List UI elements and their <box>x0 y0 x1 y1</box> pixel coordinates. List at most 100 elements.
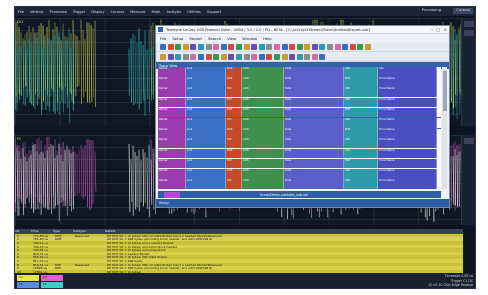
packet-row[interactable]: Packet Link SOP Addr Data EOP Time Stamp <box>158 128 441 138</box>
toolbar-tool-icon[interactable] <box>365 43 372 50</box>
toolbar-tool-icon[interactable] <box>273 43 280 50</box>
menu-view[interactable]: View <box>227 36 236 41</box>
packet-row[interactable]: Packet Link SOP Addr Data CRC Idle <box>158 67 441 77</box>
toolbar-tool-icon[interactable] <box>304 53 311 60</box>
toolbar-tool-icon[interactable] <box>281 43 288 50</box>
toolbar-tool-icon[interactable] <box>235 43 242 50</box>
toolbar-tool-icon[interactable] <box>342 43 349 50</box>
zoom-button[interactable] <box>464 21 474 27</box>
channel-descriptor-f2[interactable]: F2 <box>41 282 63 288</box>
toolbar-tool-icon[interactable] <box>243 43 250 50</box>
packet-row[interactable]: Packet Link SOP Addr Data CRC Time Stamp <box>158 148 441 159</box>
column-header[interactable]: Type <box>53 229 73 233</box>
channel-descriptor-f1[interactable]: F1 <box>17 282 39 288</box>
toolbar-tool-icon[interactable] <box>357 43 364 50</box>
play-icon[interactable] <box>164 191 180 198</box>
toolbar-tool-icon[interactable] <box>251 53 258 60</box>
scope-menu-file[interactable]: File <box>18 10 24 14</box>
toolbar-tool-icon[interactable] <box>175 43 182 50</box>
scope-menu-math[interactable]: Math <box>151 10 160 14</box>
window-title-bar[interactable]: Teledyne LeCroy USB Protocol Suite - USB… <box>156 26 449 34</box>
toolbar-tool-icon[interactable] <box>160 53 166 60</box>
toolbar-tool-icon[interactable] <box>190 53 197 60</box>
toolbar-tool-icon[interactable] <box>289 53 296 60</box>
menu-setup[interactable]: Setup <box>172 36 183 41</box>
protocol-suite-window[interactable]: Teledyne LeCroy USB Protocol Suite - USB… <box>155 25 450 208</box>
scale-button[interactable] <box>464 30 474 36</box>
toolbar-tool-icon[interactable] <box>258 43 265 50</box>
packet-row[interactable]: Packet Link Hdr Addr Data CRC Time Stamp <box>158 117 441 129</box>
toolbar-tool-icon[interactable] <box>311 43 318 50</box>
toolbar-tool-icon[interactable] <box>220 43 227 50</box>
packet-row[interactable]: Packet Link Hdr Addr Data CRC Time Stamp <box>158 87 441 97</box>
toolbar-tool-icon[interactable] <box>296 53 303 60</box>
toolbar-tool-icon[interactable] <box>190 43 197 50</box>
menu-search[interactable]: Search <box>208 36 221 41</box>
scope-menu-support[interactable]: Support <box>207 10 221 14</box>
toolbar-tool-icon[interactable] <box>228 53 235 60</box>
scope-menu-display[interactable]: Display <box>91 10 104 14</box>
toolbar-tool-icon[interactable] <box>205 43 212 50</box>
packet-row[interactable]: Packet Link SOP Addr Data EOP Time Stamp <box>158 77 441 87</box>
toolbar-tool-icon[interactable] <box>213 53 220 60</box>
toolbar-tool-icon[interactable] <box>251 43 258 50</box>
packet-row[interactable]: Packet Link SOP Addr Data CRC Time Stamp <box>158 169 441 179</box>
close-icon[interactable]: × <box>444 27 447 32</box>
column-header[interactable]: Time <box>31 229 53 233</box>
packet-row[interactable]: Packet Link Hdr Addr Data EOP Time Stamp <box>158 158 441 169</box>
channel-descriptor-c1[interactable]: C1 <box>17 275 39 281</box>
toolbar-tool-icon[interactable] <box>243 53 250 60</box>
menu-window[interactable]: Window <box>242 36 257 41</box>
scope-menu-trigger[interactable]: Trigger <box>73 10 85 14</box>
toolbar-tool-icon[interactable] <box>220 53 227 60</box>
column-header[interactable]: Subtype <box>73 229 105 233</box>
toolbar-tool-icon[interactable] <box>182 53 189 60</box>
toolbar-tool-icon[interactable] <box>304 43 311 50</box>
toolbar-tool-icon[interactable] <box>327 43 334 50</box>
packet-row[interactable]: Packet Link SOP Addr Data EOP Time Stamp <box>158 107 441 118</box>
toolbar-tool-icon[interactable] <box>205 53 212 60</box>
toolbar-tool-icon[interactable] <box>213 43 220 50</box>
menu-help[interactable]: Help <box>263 36 272 41</box>
toolbar-tool-icon[interactable] <box>235 53 242 60</box>
channel-descriptor-c2[interactable]: C2 <box>41 275 63 281</box>
toolbar-tool-icon[interactable] <box>266 43 273 50</box>
toolbar-tool-icon[interactable] <box>319 53 326 60</box>
toolbar-tool-icon[interactable] <box>197 43 204 50</box>
column-header[interactable]: Details <box>105 229 463 233</box>
toolbar-tool-icon[interactable] <box>311 53 318 60</box>
scope-menu-utilities[interactable]: Utilities <box>187 10 201 14</box>
maximize-icon[interactable]: □ <box>436 27 440 32</box>
toolbar-tool-icon[interactable] <box>334 43 341 50</box>
scope-menu-analysis[interactable]: Analysis <box>166 10 181 14</box>
toolbar-tool-icon[interactable] <box>228 43 235 50</box>
menu-report[interactable]: Report <box>189 36 202 41</box>
vertical-scrollbar[interactable] <box>442 67 447 189</box>
scope-menu-timebase[interactable]: Timebase <box>49 10 66 14</box>
toolbar-tool-icon[interactable] <box>167 53 174 60</box>
scope-menu-vertical[interactable]: Vertical <box>30 10 43 14</box>
toolbar-tool-icon[interactable] <box>167 43 174 50</box>
packet-row[interactable]: Packet Link Hdr Addr Data CRC Time Stamp <box>158 138 441 148</box>
zoom-button[interactable] <box>464 138 474 144</box>
toolbar-tool-icon[interactable] <box>160 43 166 50</box>
cursors-button[interactable]: Cursors <box>453 8 473 14</box>
toolbar-tool-icon[interactable] <box>296 43 303 50</box>
packet-row[interactable]: Packet Link Hdr Addr Data CRC Time Stamp <box>158 179 441 189</box>
toolbar-tool-icon[interactable] <box>266 53 273 60</box>
toolbar-tool-icon[interactable] <box>258 53 265 60</box>
toolbar-tool-icon[interactable] <box>182 43 189 50</box>
toolbar-tool-icon[interactable] <box>175 53 182 60</box>
toolbar-tool-icon[interactable] <box>273 53 280 60</box>
toolbar-tool-icon[interactable] <box>319 43 326 50</box>
scope-menu-measure[interactable]: Measure <box>130 10 145 14</box>
toolbar-tool-icon[interactable] <box>289 43 296 50</box>
scope-menu-cursors[interactable]: Cursors <box>111 10 125 14</box>
column-header[interactable]: Idx <box>15 229 31 233</box>
toolbar-tool-icon[interactable] <box>281 53 288 60</box>
packet-row[interactable]: Packet Link Hdr Addr Data CRC Time Stamp <box>158 97 441 108</box>
toolbar-tool-icon[interactable] <box>349 43 356 50</box>
toolbar-tool-icon[interactable] <box>197 53 204 60</box>
menu-file[interactable]: File <box>160 36 166 41</box>
scrollbar-thumb[interactable] <box>442 71 447 111</box>
